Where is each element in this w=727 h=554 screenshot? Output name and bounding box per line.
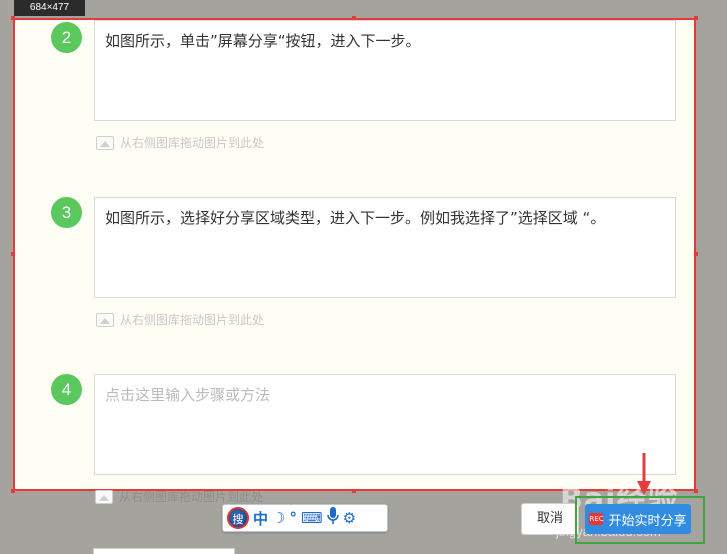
selection-handle-bottom[interactable] — [352, 489, 356, 493]
punctuation-icon[interactable]: ° — [289, 509, 297, 527]
ime-chinese-mode[interactable]: 中 — [253, 508, 268, 529]
step-number-2: 2 — [51, 22, 82, 53]
start-live-share-label: 开始实时分享 — [608, 513, 687, 529]
selection-handle-bottom-right[interactable] — [694, 489, 698, 493]
keyboard-icon[interactable]: ⌨ — [301, 509, 323, 527]
selection-handle-top-right[interactable] — [694, 16, 698, 20]
input-method-toolbar[interactable]: 搜 中 ☽ ° ⌨ ⚙ — [222, 504, 388, 532]
step-2-text-box[interactable]: 如图所示，单击”屏幕分享“按钮，进入下一步。 — [94, 20, 676, 121]
step-2-image-drop-hint[interactable]: 从右侧图库拖动图片到此处 — [96, 134, 264, 151]
next-panel-edge — [93, 548, 235, 554]
image-drop-hint-label: 从右侧图库拖动图片到此处 — [120, 136, 265, 150]
settings-gear-icon[interactable]: ⚙ — [343, 509, 356, 527]
selection-size-label: 684×477 — [14, 0, 85, 16]
moon-icon[interactable]: ☽ — [272, 509, 285, 527]
step-number-4: 4 — [51, 374, 82, 405]
start-live-share-button[interactable]: REC 开始实时分享 — [585, 504, 691, 534]
step-3-text-box[interactable]: 如图所示，选择好分享区域类型，进入下一步。例如我选择了”选择区域 “。 — [94, 197, 676, 298]
image-icon — [95, 489, 113, 504]
image-icon — [96, 135, 114, 150]
cancel-button[interactable]: 取消 — [521, 503, 579, 535]
step-4-text-box[interactable]: 点击这里输入步骤或方法 — [94, 374, 676, 475]
step-number-3: 3 — [51, 197, 82, 228]
microphone-icon[interactable] — [326, 507, 339, 529]
step-4-image-drop-hint: 从右侧图库拖动图片到此处 — [95, 488, 263, 505]
selection-handle-bottom-left[interactable] — [11, 489, 15, 493]
selection-handle-top-left[interactable] — [11, 16, 15, 20]
selection-handle-top[interactable] — [352, 16, 356, 20]
capture-selection-area[interactable]: 2 如图所示，单击”屏幕分享“按钮，进入下一步。 从右侧图库拖动图片到此处 3 … — [13, 18, 696, 491]
image-icon — [96, 312, 114, 327]
selection-handle-left[interactable] — [11, 252, 15, 256]
record-camera-icon: REC — [589, 513, 604, 525]
image-drop-hint-label: 从右侧图库拖动图片到此处 — [120, 313, 265, 327]
arrow-down-icon — [637, 453, 651, 495]
image-drop-hint-label: 从右侧图库拖动图片到此处 — [119, 490, 264, 504]
selection-handle-right[interactable] — [694, 252, 698, 256]
ime-logo-icon[interactable]: 搜 — [227, 507, 249, 529]
step-3-image-drop-hint[interactable]: 从右侧图库拖动图片到此处 — [96, 311, 264, 328]
